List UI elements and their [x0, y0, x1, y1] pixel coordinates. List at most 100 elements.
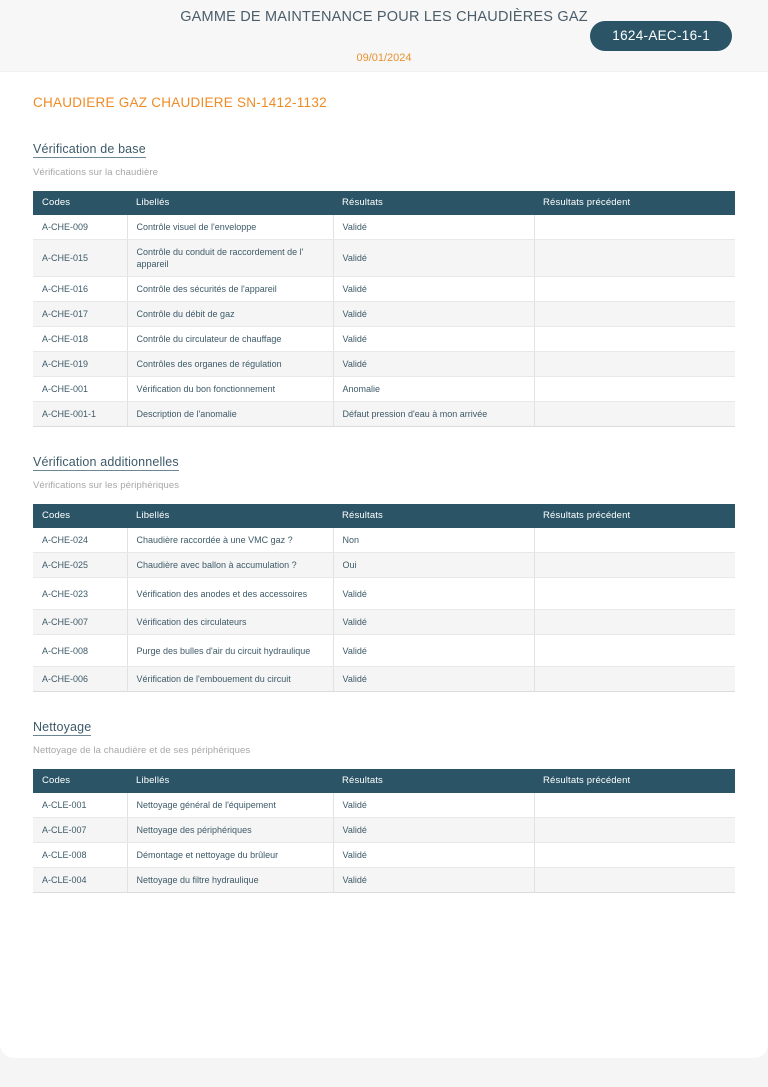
cell-result: Oui — [333, 552, 535, 578]
column-header-previous: Résultats précédent — [534, 191, 735, 215]
cell-previous — [534, 609, 735, 635]
cell-code: A-CHE-024 — [33, 528, 128, 553]
table-row: A-CLE-001 Nettoyage général de l'équipeme… — [33, 793, 735, 818]
cell-label: Vérification des anodes et des accessoir… — [127, 577, 334, 610]
cell-result: Validé — [333, 301, 535, 327]
cell-result: Validé — [333, 351, 535, 377]
cell-label: Contrôle du conduit de raccordement de l… — [127, 239, 334, 277]
equipment-title: CHAUDIERE GAZ CHAUDIERE SN-1412-1132 — [33, 95, 327, 110]
cell-label: Contrôle du débit de gaz — [127, 301, 334, 327]
table-row: A-CLE-007 Nettoyage des périphériques Vali… — [33, 817, 735, 843]
cell-previous — [534, 842, 735, 868]
cell-label: Vérification de l'embouement du circuit — [127, 666, 334, 692]
maintenance-table: Codes Libellés Résultats Résultats précéden… — [33, 504, 735, 692]
cell-label: Vérification du bon fonctionnement — [127, 376, 334, 402]
cell-previous — [534, 276, 735, 302]
cell-result: Validé — [333, 842, 535, 868]
column-header-previous: Résultats précédent — [534, 769, 735, 793]
cell-previous — [534, 666, 735, 692]
column-header-label: Libellés — [127, 769, 333, 793]
table-row: A-CHE-016 Contrôle des sécurités de l'app… — [33, 276, 735, 302]
maintenance-table: Codes Libellés Résultats Résultats précéden… — [33, 191, 735, 427]
document-page: GAMME DE MAINTENANCE POUR LES CHAUDIÈRES… — [0, 0, 768, 1087]
cell-previous — [534, 215, 735, 240]
cell-code: A-CHE-015 — [33, 239, 128, 277]
cell-label: Contrôle du circulateur de chauffage — [127, 326, 334, 352]
table-row: A-CHE-001-1 Description de l'anomalie Défa… — [33, 401, 735, 427]
column-header-label: Libellés — [127, 504, 333, 528]
cell-result: Validé — [333, 666, 535, 692]
cell-label: Chaudière raccordée à une VMC gaz ? — [127, 528, 334, 553]
cell-previous — [534, 793, 735, 818]
cell-previous — [534, 351, 735, 377]
cell-previous — [534, 552, 735, 578]
cell-result: Validé — [333, 609, 535, 635]
section-heading: Vérification additionnelles — [33, 455, 179, 471]
section: Vérification de base Vérifications sur la… — [33, 140, 735, 427]
cell-code: A-CHE-006 — [33, 666, 128, 692]
cell-code: A-CHE-001-1 — [33, 401, 128, 427]
table-header-row: Codes Libellés Résultats Résultats précéden… — [33, 769, 735, 793]
cell-code: A-CHE-019 — [33, 351, 128, 377]
table-row: A-CHE-019 Contrôles des organes de régula… — [33, 351, 735, 377]
cell-label: Chaudière avec ballon à accumulation ? — [127, 552, 334, 578]
cell-previous — [534, 634, 735, 667]
section-subtitle: Vérifications sur la chaudière — [33, 167, 158, 178]
cell-previous — [534, 401, 735, 427]
column-header-label: Libellés — [127, 191, 333, 215]
cell-result: Validé — [333, 577, 535, 610]
section: Nettoyage Nettoyage de la chaudière et de… — [33, 718, 735, 893]
table-row: A-CHE-006 Vérification de l'embouement du… — [33, 666, 735, 692]
cell-label: Purge des bulles d'air du circuit hydrau… — [127, 634, 334, 667]
cell-previous — [534, 301, 735, 327]
cell-code: A-CLE-008 — [33, 842, 128, 868]
column-header-result: Résultats — [333, 191, 534, 215]
table-row: A-CHE-008 Purge des bulles d'air du circu… — [33, 634, 735, 667]
table-row: A-CHE-023 Vérification des anodes et des … — [33, 577, 735, 610]
cell-code: A-CLE-001 — [33, 793, 128, 818]
table-row: A-CHE-007 Vérification des circulateurs Va… — [33, 609, 735, 635]
sections-container: Vérification de base Vérifications sur la… — [33, 140, 735, 893]
table-row: A-CHE-017 Contrôle du débit de gaz Validé — [33, 301, 735, 327]
table-row: A-CLE-004 Nettoyage du filtre hydraulique… — [33, 867, 735, 893]
cell-result: Validé — [333, 215, 535, 240]
cell-code: A-CHE-017 — [33, 301, 128, 327]
cell-label: Contrôle des sécurités de l'appareil — [127, 276, 334, 302]
document-date: 09/01/2024 — [356, 52, 412, 64]
document-header: GAMME DE MAINTENANCE POUR LES CHAUDIÈRES… — [0, 0, 768, 72]
cell-result: Validé — [333, 793, 535, 818]
cell-code: A-CLE-007 — [33, 817, 128, 843]
cell-result: Validé — [333, 239, 535, 277]
column-header-code: Codes — [33, 191, 127, 215]
cell-result: Anomalie — [333, 376, 535, 402]
table-row: A-CHE-024 Chaudière raccordée à une VMC g… — [33, 528, 735, 553]
cell-label: Description de l'anomalie — [127, 401, 334, 427]
column-header-code: Codes — [33, 769, 127, 793]
cell-previous — [534, 867, 735, 893]
cell-result: Validé — [333, 326, 535, 352]
document-sheet: GAMME DE MAINTENANCE POUR LES CHAUDIÈRES… — [0, 0, 768, 1058]
cell-label: Démontage et nettoyage du brûleur — [127, 842, 334, 868]
document-reference-badge: 1624-AEC-16-1 — [590, 21, 732, 51]
cell-code: A-CHE-016 — [33, 276, 128, 302]
section-subtitle: Vérifications sur les périphériques — [33, 480, 180, 491]
table-header-row: Codes Libellés Résultats Résultats précéden… — [33, 191, 735, 215]
cell-label: Contrôle visuel de l'enveloppe — [127, 215, 334, 240]
table-row: A-CHE-001 Vérification du bon fonctionnem… — [33, 376, 735, 402]
table-row: A-CLE-008 Démontage et nettoyage du brûle… — [33, 842, 735, 868]
cell-previous — [534, 817, 735, 843]
column-header-code: Codes — [33, 504, 127, 528]
cell-label: Vérification des circulateurs — [127, 609, 334, 635]
cell-result: Validé — [333, 634, 535, 667]
cell-code: A-CHE-008 — [33, 634, 128, 667]
cell-result: Défaut pression d'eau à mon arrivée — [333, 401, 535, 427]
cell-previous — [534, 376, 735, 402]
cell-result: Validé — [333, 867, 535, 893]
cell-result: Validé — [333, 276, 535, 302]
cell-result: Validé — [333, 817, 535, 843]
section-subtitle: Nettoyage de la chaudière et de ses péri… — [33, 745, 251, 756]
cell-previous — [534, 326, 735, 352]
cell-label: Contrôles des organes de régulation — [127, 351, 334, 377]
cell-result: Non — [333, 528, 535, 553]
table-row: A-CHE-015 Contrôle du conduit de raccorde… — [33, 239, 735, 277]
